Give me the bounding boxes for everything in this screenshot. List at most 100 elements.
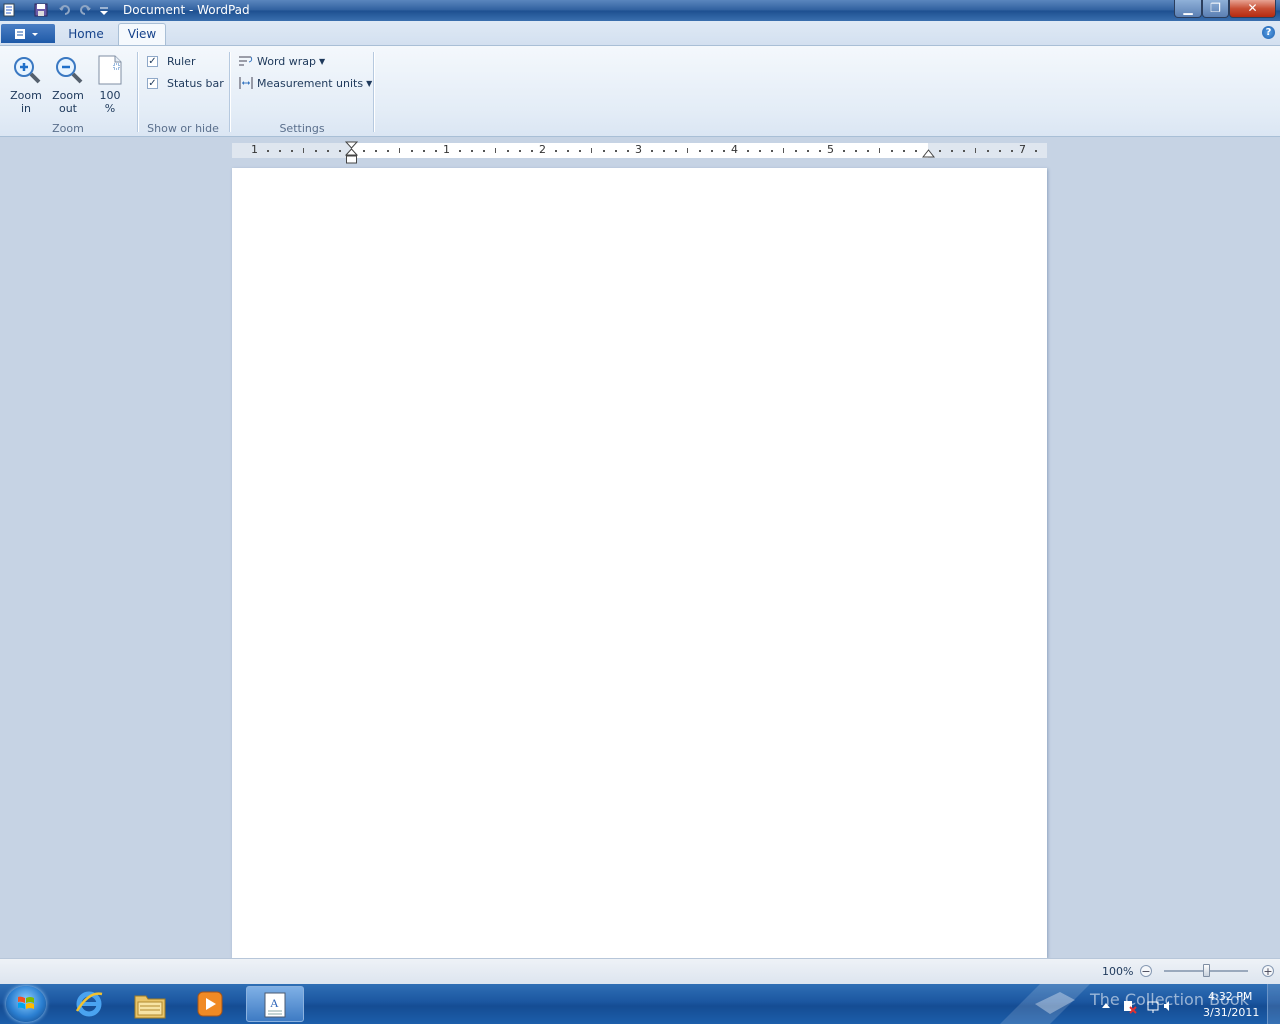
watermark-logo-icon <box>1000 984 1090 1024</box>
status-bar <box>0 958 1280 984</box>
ruler-dot <box>627 150 629 152</box>
clock-time[interactable]: 4:32 PM <box>1208 990 1252 1003</box>
ruler-half-tick <box>783 148 784 153</box>
status-bar-check-icon: ✓ <box>147 78 158 89</box>
application-menu-button[interactable] <box>1 24 55 43</box>
redo-icon[interactable] <box>78 3 92 17</box>
maximize-button[interactable]: ❐ <box>1202 0 1229 18</box>
ruler-dot <box>483 150 485 152</box>
ruler-number: 3 <box>635 143 642 156</box>
measurement-units-dropdown[interactable]: Measurement units ▼ <box>238 76 372 94</box>
ruler-number: 7 <box>1019 143 1026 156</box>
customize-qat-icon[interactable] <box>97 3 111 17</box>
ruler-dot <box>507 150 509 152</box>
ruler-dot <box>291 150 293 152</box>
save-icon[interactable] <box>34 3 48 17</box>
ruler-dot <box>747 150 749 152</box>
group-separator <box>373 52 374 132</box>
ruler-dot <box>615 150 617 152</box>
clock-date[interactable]: 3/31/2011 <box>1203 1006 1259 1019</box>
document-page[interactable] <box>232 168 1047 958</box>
taskbar-windows-explorer[interactable] <box>122 986 178 1022</box>
ruler-number: 4 <box>731 143 738 156</box>
ruler-dot <box>555 150 557 152</box>
tab-view[interactable]: View <box>118 23 166 45</box>
ruler-half-tick <box>495 148 496 153</box>
chevron-down-icon: ▼ <box>319 57 326 66</box>
ruler-dot <box>531 150 533 152</box>
left-indent-marker-icon[interactable] <box>345 141 358 165</box>
show-desktop-button[interactable] <box>1267 984 1280 1024</box>
chevron-down-icon: ▼ <box>366 79 373 88</box>
zoom-100-label: 100 <box>99 89 121 102</box>
zoom-slider-thumb[interactable] <box>1203 964 1210 977</box>
ruler-half-tick <box>687 148 688 153</box>
system-tray-icons[interactable] <box>1100 998 1170 1014</box>
media-player-icon <box>197 991 223 1017</box>
help-icon[interactable]: ? <box>1262 26 1275 39</box>
ruler-dot <box>867 150 869 152</box>
start-button[interactable] <box>6 986 46 1022</box>
zoom-out-label: Zoom <box>52 89 84 102</box>
ribbon-tab-row <box>0 21 1280 45</box>
word-wrap-icon <box>239 56 253 66</box>
taskbar-internet-explorer[interactable] <box>62 986 118 1022</box>
ruler-dot <box>603 150 605 152</box>
zoom-out-icon <box>56 57 83 84</box>
window-title: Document - WordPad <box>123 3 250 17</box>
ruler-dot <box>579 150 581 152</box>
ruler-dot <box>723 150 725 152</box>
title-bar: Document - WordPad ▁ ❐ ✕ <box>0 0 1280 21</box>
zoom-in-button[interactable]: Zoom in <box>7 52 45 118</box>
ruler-dot <box>471 150 473 152</box>
ruler-checkbox[interactable]: ✓ Ruler <box>147 54 217 72</box>
zoom-minus-button[interactable]: − <box>1140 965 1152 977</box>
ruler-half-tick <box>879 148 880 153</box>
ruler-dot <box>651 150 653 152</box>
ruler-dot <box>843 150 845 152</box>
zoom-100-button[interactable]: 100% <box>91 52 129 118</box>
ruler-dot <box>807 150 809 152</box>
ruler-dot <box>387 150 389 152</box>
windows-logo-icon <box>18 996 34 1009</box>
ruler-dot <box>327 150 329 152</box>
ruler-dot <box>891 150 893 152</box>
ruler-half-tick <box>975 148 976 153</box>
ruler-dot <box>267 150 269 152</box>
ruler-dot <box>951 150 953 152</box>
group-separator <box>229 52 230 132</box>
ruler-half-tick <box>303 148 304 153</box>
ruler-dot <box>1035 150 1037 152</box>
word-wrap-dropdown[interactable]: Word wrap ▼ <box>238 54 328 72</box>
ruler-number: 1 <box>251 143 258 156</box>
ruler-dot <box>711 150 713 152</box>
zoom-in-label-2: in <box>20 102 32 115</box>
ruler-number: 1 <box>443 143 450 156</box>
ruler-dot <box>903 150 905 152</box>
ruler-check-icon: ✓ <box>147 56 158 67</box>
undo-icon[interactable] <box>58 3 72 17</box>
wordpad-app-icon[interactable] <box>2 3 16 17</box>
zoom-plus-button[interactable]: + <box>1262 965 1274 977</box>
svg-text:A: A <box>270 996 279 1010</box>
ruler-dot <box>315 150 317 152</box>
ruler-dot <box>567 150 569 152</box>
taskbar-media-player[interactable] <box>182 986 238 1022</box>
status-bar-checkbox[interactable]: ✓ Status bar <box>147 76 227 94</box>
settings-group-label: Settings <box>279 122 325 135</box>
ruler-dot <box>435 150 437 152</box>
ruler-dot <box>819 150 821 152</box>
ruler-dot <box>339 150 341 152</box>
zoom-out-button[interactable]: Zoom out <box>49 52 87 118</box>
right-indent-marker-icon[interactable] <box>922 148 935 158</box>
tab-home[interactable]: Home <box>60 24 112 45</box>
close-button[interactable]: ✕ <box>1229 0 1276 18</box>
ruler-dot <box>519 150 521 152</box>
folder-icon <box>134 995 166 1019</box>
ruler-dot <box>699 150 701 152</box>
ruler-dot <box>1011 150 1013 152</box>
taskbar-wordpad[interactable]: A <box>246 986 304 1022</box>
minimize-button[interactable]: ▁ <box>1174 0 1202 18</box>
internet-explorer-icon <box>75 991 103 1017</box>
show-hide-group-label: Show or hide <box>147 122 219 135</box>
